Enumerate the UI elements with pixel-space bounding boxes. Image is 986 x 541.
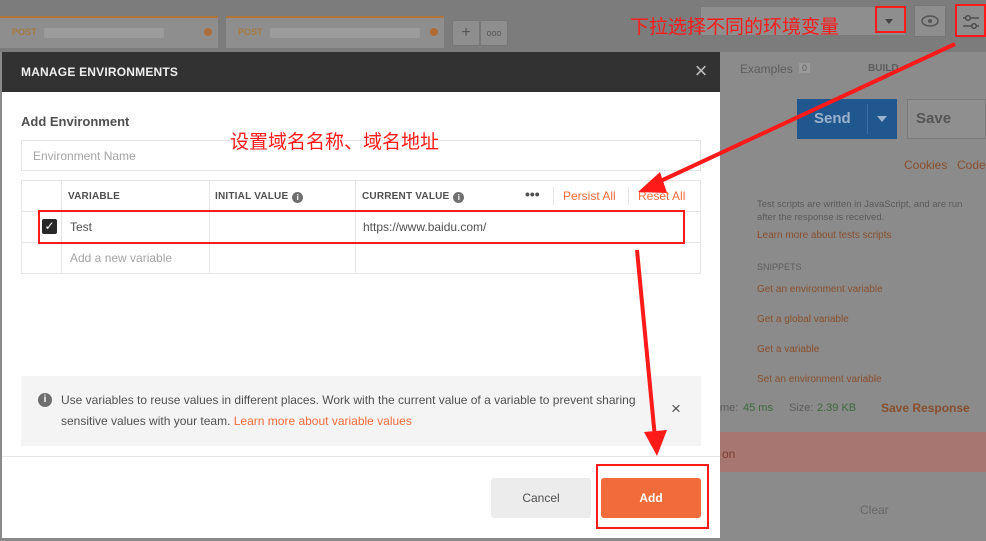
info-icon[interactable]: i — [453, 192, 465, 203]
examples-label[interactable]: Examples — [740, 62, 793, 76]
tab-title-redacted — [270, 28, 420, 38]
info-icon[interactable]: i — [292, 192, 304, 203]
save-label: Save — [916, 110, 952, 127]
send-button[interactable]: Send — [797, 99, 897, 139]
tests-help-text: Test scripts are written in JavaScript, … — [757, 199, 963, 223]
modal-header: MANAGE ENVIRONMENTS × — [2, 52, 720, 92]
request-tab-2[interactable]: POST — [226, 16, 444, 48]
snippet-item[interactable]: Get an environment variable — [757, 284, 883, 295]
section-label: Add Environment — [21, 114, 130, 129]
highlight-variable-row — [38, 210, 685, 244]
chevron-down-icon[interactable] — [877, 116, 887, 122]
tab-title-redacted — [44, 28, 164, 38]
tab-method: POST — [12, 27, 37, 37]
clear-button[interactable]: Clear — [860, 503, 889, 517]
snippet-item[interactable]: Set an environment variable — [757, 374, 882, 385]
column-header-label: CURRENT VALUE — [362, 191, 450, 202]
reset-all-button[interactable]: Reset All — [638, 189, 685, 203]
column-header-variable: VARIABLE — [68, 191, 120, 202]
notice-text: Use variables to reuse values in differe… — [61, 390, 651, 432]
highlight-manage-env-button — [955, 4, 986, 37]
snippets-heading: SNIPPETS — [757, 262, 802, 272]
examples-count: 0 — [799, 63, 811, 73]
learn-more-variable-values-link[interactable]: Learn more about variable values — [234, 414, 412, 428]
divider — [2, 456, 720, 457]
column-header-current-value: CURRENT VALUE i — [362, 191, 465, 203]
info-icon: i — [38, 393, 52, 407]
divider — [553, 187, 554, 205]
error-banner — [720, 432, 986, 472]
response-size-value: 2.39 KB — [817, 402, 857, 414]
cookies-link[interactable]: Cookies — [904, 158, 947, 172]
tests-learn-more-link[interactable]: Learn more about tests scripts — [757, 230, 892, 241]
tab-options-button[interactable]: ooo — [480, 20, 508, 46]
build-label[interactable]: BUILD — [868, 63, 899, 74]
annotation-domain-note: 设置域名名称、域名地址 — [230, 131, 440, 153]
more-options-icon[interactable]: ••• — [525, 186, 540, 202]
code-link[interactable]: Code — [957, 158, 986, 172]
send-label: Send — [814, 110, 851, 127]
column-header-label: INITIAL VALUE — [215, 191, 289, 202]
eye-icon — [921, 15, 939, 27]
highlight-env-dropdown — [875, 6, 906, 33]
response-time-value: 45 ms — [743, 402, 773, 414]
modal-title: MANAGE ENVIRONMENTS — [21, 65, 179, 79]
response-size-label: Size: — [789, 402, 814, 414]
tab-method: POST — [238, 27, 263, 37]
persist-all-button[interactable]: Persist All — [563, 189, 616, 203]
send-divider — [867, 104, 868, 134]
snippet-item[interactable]: Get a variable — [757, 344, 819, 355]
close-icon[interactable]: × — [668, 400, 684, 417]
save-response-button[interactable]: Save Response — [881, 401, 970, 415]
new-variable-input[interactable]: Add a new variable — [70, 251, 172, 265]
save-button[interactable]: Save — [907, 99, 986, 139]
annotation-env-dropdown-note: 下拉选择不同的环境变量 — [630, 16, 840, 38]
column-header-initial-value: INITIAL VALUE i — [215, 191, 304, 203]
cancel-button[interactable]: Cancel — [491, 478, 591, 518]
highlight-add-button — [596, 464, 709, 529]
request-tab-1[interactable]: POST — [0, 16, 218, 48]
divider — [628, 187, 629, 205]
info-notice: i Use variables to reuse values in diffe… — [21, 376, 701, 446]
unsaved-dot-icon — [204, 28, 212, 36]
new-tab-button[interactable]: + — [452, 20, 480, 46]
unsaved-dot-icon — [430, 28, 438, 36]
response-time-label: me: — [720, 402, 739, 414]
error-text-fragment: on — [722, 447, 736, 461]
close-icon[interactable]: × — [692, 60, 710, 82]
environment-quick-look-button[interactable] — [914, 5, 946, 37]
snippet-item[interactable]: Get a global variable — [757, 314, 849, 325]
